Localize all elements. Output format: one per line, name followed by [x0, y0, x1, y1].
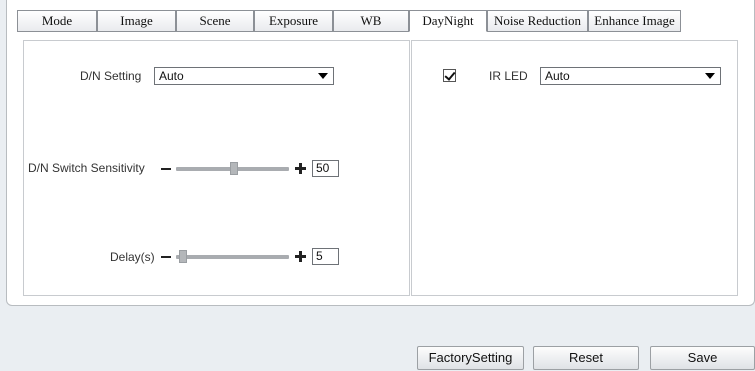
tab-enhance-image[interactable]: Enhance Image: [588, 10, 681, 32]
tab-image[interactable]: Image: [97, 10, 176, 32]
chevron-down-icon: [705, 73, 715, 79]
ir-led-label: IR LED: [489, 69, 528, 83]
tab-wb[interactable]: WB: [333, 10, 409, 32]
tab-exposure[interactable]: Exposure: [254, 10, 333, 32]
tab-mode[interactable]: Mode: [17, 10, 97, 32]
factory-setting-button[interactable]: FactorySetting: [417, 346, 524, 370]
sensitivity-value-input[interactable]: 50: [312, 160, 339, 177]
sensitivity-slider-thumb[interactable]: [230, 162, 238, 175]
delay-label: Delay(s): [110, 250, 155, 264]
delay-plus-icon[interactable]: [295, 251, 306, 262]
delay-value-input[interactable]: 5: [312, 248, 339, 265]
tab-scene[interactable]: Scene: [176, 10, 254, 32]
delay-slider-track[interactable]: [176, 255, 289, 259]
dn-setting-label: D/N Setting: [80, 69, 142, 83]
ir-led-checkbox[interactable]: [443, 69, 456, 82]
sensitivity-plus-icon[interactable]: [295, 163, 306, 174]
sensitivity-label: D/N Switch Sensitivity: [28, 161, 145, 175]
ir-led-select[interactable]: Auto: [540, 67, 721, 85]
reset-button[interactable]: Reset: [533, 346, 639, 370]
sensitivity-minus-icon[interactable]: [161, 168, 171, 170]
chevron-down-icon: [318, 73, 328, 79]
dn-setting-value: Auto: [159, 69, 184, 83]
tab-noise-reduction[interactable]: Noise Reduction: [487, 10, 588, 32]
tab-daynight[interactable]: DayNight: [409, 10, 487, 32]
delay-minus-icon[interactable]: [161, 256, 171, 258]
ir-led-value: Auto: [545, 69, 570, 83]
delay-slider-thumb[interactable]: [179, 250, 187, 263]
save-button[interactable]: Save: [650, 346, 755, 370]
dn-setting-select[interactable]: Auto: [154, 67, 334, 85]
